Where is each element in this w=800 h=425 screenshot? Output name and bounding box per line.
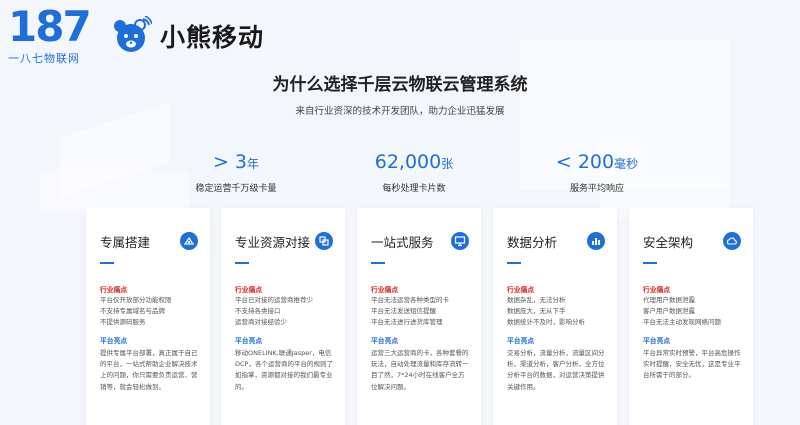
stat-response-time: < 200毫秒 服务平均响应 xyxy=(517,150,677,194)
pain-label: 行业痛点 xyxy=(371,286,399,294)
highlight-text: 移动ONELINK,联通Jasper，电信DCP，各个运营商的平台的规则了如指掌… xyxy=(235,349,333,391)
stat-value: < 200毫秒 xyxy=(555,151,639,173)
highlight-text: 平台异常实时预警，平台高危操作实时提醒，安全无忧，这是专业平台所需于的部分。 xyxy=(643,349,741,380)
card-title: 专属搭建 xyxy=(100,234,151,250)
stat-label: 稳定运营千万级卡量 xyxy=(195,184,277,194)
highlight-label: 平台亮点 xyxy=(643,337,671,345)
highlight-text: 运营三大运营商的卡，各种套餐的玩法，自动处理流量和库存流转一目了然，7*24小时… xyxy=(371,349,469,391)
page-title: 为什么选择千层云物联云管理系统 xyxy=(272,75,528,95)
highlight-text: 交易分析，流量分析，流量区间分析，渠道分析，客户分析，全方位分析平台的数据，对运… xyxy=(507,349,605,391)
pain-label: 行业痛点 xyxy=(235,286,263,294)
pain-label: 行业痛点 xyxy=(643,286,671,294)
page-subtitle: 来自行业资深的技术开发团队，助力企业迅猛发展 xyxy=(295,106,505,117)
card-title: 安全架构 xyxy=(643,234,694,250)
stat-value: > 3年 xyxy=(212,151,260,173)
highlight-text: 提供专属平台部署，真正属于自己的平台，一站式帮助企业解决技术上的问题，你只需要负… xyxy=(100,349,198,391)
feature-card-dedicated-build[interactable]: 专属搭建 行业痛点 平台仅开放部分功能权限 不支持专属域名与品牌 不提供源码服务… xyxy=(86,208,210,425)
pain-line: 平台仅开放部分功能权限 xyxy=(100,296,172,304)
stat-label: 服务平均响应 xyxy=(569,184,624,194)
pain-line: 数据杂乱，无法分析 xyxy=(507,296,566,304)
pain-line: 不支持各类接口 xyxy=(235,307,281,315)
stat-cards-per-second: 62,000张 每秒处理卡片数 xyxy=(334,150,494,194)
highlight-label: 平台亮点 xyxy=(507,337,535,345)
monitor-icon xyxy=(451,232,469,250)
logo-subtitle: 一八七物联网 xyxy=(8,52,80,65)
stat-label: 每秒处理卡片数 xyxy=(382,184,446,194)
logo-187[interactable]: 187 一八七物联网 xyxy=(8,4,100,66)
pain-line: 数据统计不及时，影响分析 xyxy=(507,318,585,326)
card-title: 数据分析 xyxy=(507,234,558,250)
pain-line: 平台已对接的运营商推荐少 xyxy=(235,296,313,304)
highlight-label: 平台亮点 xyxy=(371,337,399,345)
card-title: 一站式服务 xyxy=(371,234,434,250)
link-icon xyxy=(315,232,333,250)
pain-line: 客户用户数据泄露 xyxy=(643,307,695,315)
feature-card-resource-docking[interactable]: 专业资源对接 行业痛点 平台已对接的运营商推荐少 不支持各类接口 运营商对接经验… xyxy=(221,208,345,425)
build-icon xyxy=(180,232,198,250)
pain-line: 平台无法运营各种类型的卡 xyxy=(371,296,449,304)
pain-line: 不支持专属域名与品牌 xyxy=(100,307,165,315)
pain-line: 代理用户数据泄露 xyxy=(643,296,695,304)
pain-line: 平台无法主动发现网络问题 xyxy=(643,318,721,326)
pain-line: 数据庞大，无从下手 xyxy=(507,307,566,315)
pain-line: 运营商对接经验少 xyxy=(235,318,287,326)
stat-years: > 3年 稳定运营千万级卡量 xyxy=(156,150,316,194)
pain-line: 平台无法发送短信提醒 xyxy=(371,307,436,315)
logo-bear[interactable]: 小熊移动 xyxy=(110,14,264,58)
bear-icon xyxy=(110,15,153,56)
logo-number: 187 xyxy=(8,2,92,51)
feature-card-one-stop-service[interactable]: 一站式服务 行业痛点 平台无法运营各种类型的卡 平台无法发送短信提醒 平台无法进… xyxy=(357,208,481,425)
highlight-label: 平台亮点 xyxy=(235,337,263,345)
feature-card-data-analysis[interactable]: 数据分析 行业痛点 数据杂乱，无法分析 数据庞大，无从下手 数据统计不及时，影响… xyxy=(493,208,617,425)
pain-label: 行业痛点 xyxy=(507,286,535,294)
stat-value: 62,000张 xyxy=(374,151,454,173)
card-title: 专业资源对接 xyxy=(235,234,311,250)
pain-label: 行业痛点 xyxy=(100,286,128,294)
pain-line: 不提供源码服务 xyxy=(100,318,146,326)
pain-line: 平台无法进行进货库管理 xyxy=(371,318,443,326)
highlight-label: 平台亮点 xyxy=(100,337,128,345)
bear-brand-name: 小熊移动 xyxy=(160,23,265,52)
chart-icon xyxy=(587,232,605,250)
feature-card-security-architecture[interactable]: 安全架构 行业痛点 代理用户数据泄露 客户用户数据泄露 平台无法主动发现网络问题… xyxy=(629,208,753,425)
cloud-icon xyxy=(723,232,741,250)
